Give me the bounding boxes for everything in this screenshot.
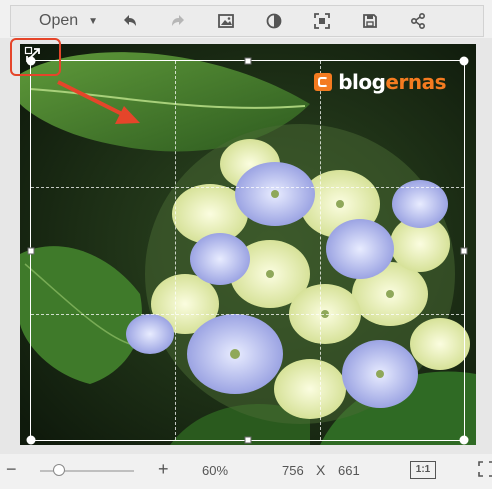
crop-focus-button[interactable] xyxy=(298,6,346,36)
crop-focus-icon xyxy=(314,13,330,29)
image-button[interactable] xyxy=(202,6,250,36)
blogger-icon xyxy=(314,73,333,91)
open-button[interactable]: Open ▼ xyxy=(11,6,106,36)
undo-icon xyxy=(124,15,137,26)
zoom-slider-knob[interactable] xyxy=(52,464,65,476)
crop-box[interactable] xyxy=(26,56,469,445)
crop-handle-left[interactable] xyxy=(27,247,35,254)
watermark-text-part1: blog xyxy=(338,70,386,94)
share-icon xyxy=(411,12,426,30)
image-icon xyxy=(218,14,234,28)
adjust-icon xyxy=(266,13,282,29)
editor-stage: blogernas xyxy=(0,38,492,454)
crop-guide-line xyxy=(319,61,321,440)
crop-handle-right[interactable] xyxy=(460,247,468,254)
zoom-out-button[interactable]: − xyxy=(6,459,17,480)
crop-handle-top-right[interactable] xyxy=(459,56,469,66)
crop-guide-line xyxy=(175,61,177,440)
save-icon xyxy=(363,14,377,28)
zoom-slider[interactable] xyxy=(40,464,134,476)
save-button[interactable] xyxy=(346,6,394,36)
redo-icon xyxy=(172,15,185,26)
watermark-text-part2: ernas xyxy=(385,70,446,94)
watermark-logo: blogernas xyxy=(314,70,446,94)
actual-size-button[interactable]: 1:1 xyxy=(410,461,436,479)
image-canvas[interactable]: blogernas xyxy=(20,44,476,445)
crop-guide-line xyxy=(31,313,464,315)
crop-guide-line xyxy=(31,187,464,189)
undo-button[interactable] xyxy=(106,6,154,36)
redo-button[interactable] xyxy=(154,6,202,36)
fullscreen-icon[interactable] xyxy=(478,461,492,477)
crop-handle-bottom-left[interactable] xyxy=(26,435,36,445)
crop-handle-bottom[interactable] xyxy=(244,436,251,444)
dimension-separator: X xyxy=(316,462,326,478)
image-width: 756 xyxy=(282,463,304,478)
zoom-level: 60% xyxy=(202,463,229,478)
zoom-in-button[interactable]: + xyxy=(158,459,169,480)
crop-handle-bottom-right[interactable] xyxy=(459,435,469,445)
share-button[interactable] xyxy=(394,6,442,36)
crop-handle-top[interactable] xyxy=(244,57,251,65)
open-label: Open xyxy=(39,12,79,29)
status-bar: − + 60% 756 X 661 1:1 xyxy=(0,455,492,489)
toolbar: Open ▼ xyxy=(10,5,484,37)
adjust-button[interactable] xyxy=(250,6,298,36)
fit-zoom-icon[interactable] xyxy=(24,46,42,64)
chevron-down-icon: ▼ xyxy=(88,15,99,27)
image-height: 661 xyxy=(338,463,360,478)
